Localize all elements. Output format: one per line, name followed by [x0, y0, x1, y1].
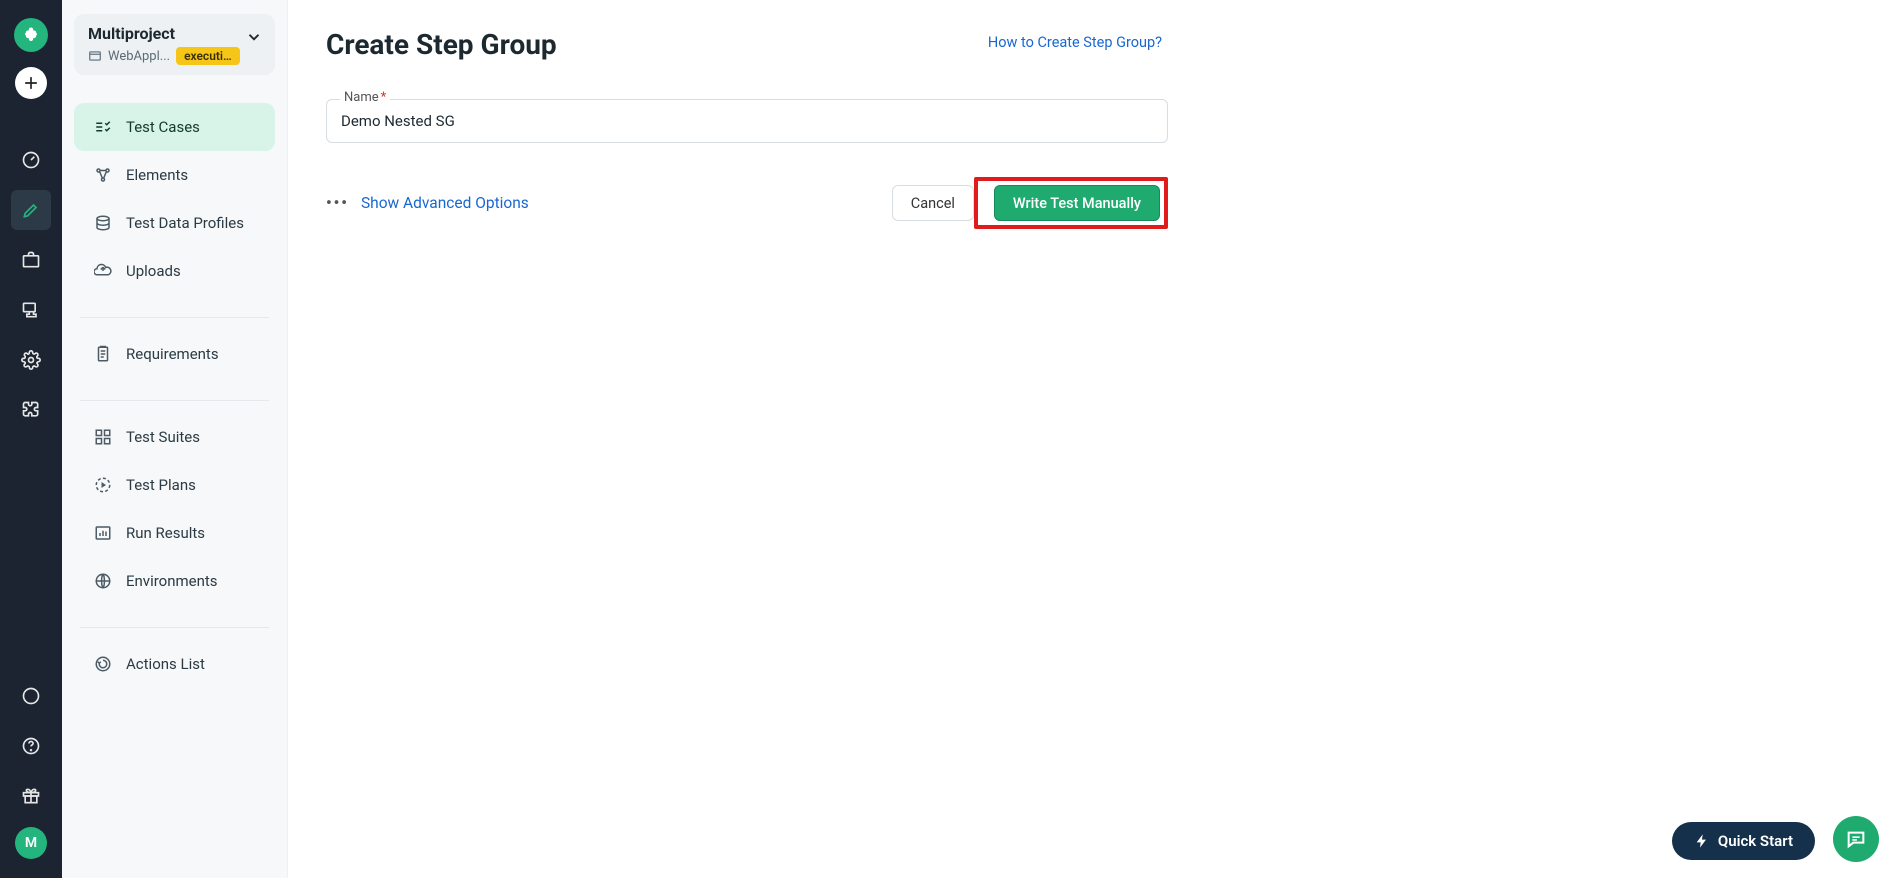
addons-icon[interactable]	[11, 390, 51, 430]
sidebar-item-actions-list[interactable]: Actions List	[74, 640, 275, 688]
sidebar-item-label: Run Results	[126, 524, 205, 542]
sidebar-item-test-plans[interactable]: Test Plans	[74, 461, 275, 509]
add-button[interactable]	[15, 67, 47, 99]
main-content: Create Step Group How to Create Step Gro…	[288, 0, 1901, 878]
sidebar-item-test-cases[interactable]: Test Cases	[74, 103, 275, 151]
sidebar-item-requirements[interactable]: Requirements	[74, 330, 275, 378]
divider	[80, 627, 269, 628]
usage-icon[interactable]	[11, 676, 51, 716]
sidebar-item-run-results[interactable]: Run Results	[74, 509, 275, 557]
project-title: Multiproject	[88, 24, 240, 43]
advanced-options-toggle[interactable]: ••• Show Advanced Options	[326, 194, 529, 212]
dashboard-icon[interactable]	[11, 140, 51, 180]
help-icon[interactable]	[11, 726, 51, 766]
briefcase-icon[interactable]	[11, 240, 51, 280]
sidebar-item-test-data[interactable]: Test Data Profiles	[74, 199, 275, 247]
annotation-highlight: Write Test Manually	[974, 177, 1168, 229]
write-test-manually-button[interactable]: Write Test Manually	[994, 185, 1160, 221]
agents-icon[interactable]	[11, 290, 51, 330]
settings-icon[interactable]	[11, 340, 51, 380]
sidebar-item-label: Actions List	[126, 655, 205, 673]
design-icon[interactable]	[11, 190, 51, 230]
quick-start-button[interactable]: Quick Start	[1672, 822, 1815, 860]
nav-rail: M	[0, 0, 62, 878]
avatar[interactable]: M	[15, 827, 47, 859]
sidebar-item-label: Test Suites	[126, 428, 200, 446]
sidebar-item-test-suites[interactable]: Test Suites	[74, 413, 275, 461]
sidebar-item-label: Environments	[126, 572, 218, 590]
cancel-button[interactable]: Cancel	[892, 185, 974, 221]
divider	[80, 400, 269, 401]
sidebar-item-label: Test Plans	[126, 476, 196, 494]
project-selector[interactable]: Multiproject WebAppl... executio...	[74, 14, 275, 75]
page-title: Create Step Group	[326, 28, 557, 61]
project-subtype: WebAppl...	[108, 49, 170, 64]
avatar-letter: M	[25, 835, 37, 851]
sidebar-item-label: Test Data Profiles	[126, 214, 244, 232]
dots-icon: •••	[326, 194, 349, 212]
sidebar-item-label: Test Cases	[126, 118, 200, 136]
quick-start-label: Quick Start	[1718, 832, 1793, 850]
help-link[interactable]: How to Create Step Group?	[988, 34, 1162, 51]
sidebar-item-label: Elements	[126, 166, 188, 184]
browser-icon	[88, 49, 102, 63]
chat-button[interactable]	[1833, 816, 1879, 862]
sidebar: Multiproject WebAppl... executio... Test…	[62, 0, 288, 878]
project-badge: executio...	[176, 47, 240, 65]
name-field-label: Name*	[340, 90, 390, 105]
sidebar-item-uploads[interactable]: Uploads	[74, 247, 275, 295]
sidebar-item-elements[interactable]: Elements	[74, 151, 275, 199]
advanced-options-label: Show Advanced Options	[361, 194, 529, 212]
name-input[interactable]	[326, 99, 1168, 143]
sidebar-item-environments[interactable]: Environments	[74, 557, 275, 605]
chevron-down-icon	[245, 24, 263, 50]
gift-icon[interactable]	[11, 776, 51, 816]
logo-icon[interactable]	[14, 18, 48, 52]
divider	[80, 317, 269, 318]
sidebar-item-label: Uploads	[126, 262, 181, 280]
sidebar-item-label: Requirements	[126, 345, 219, 363]
